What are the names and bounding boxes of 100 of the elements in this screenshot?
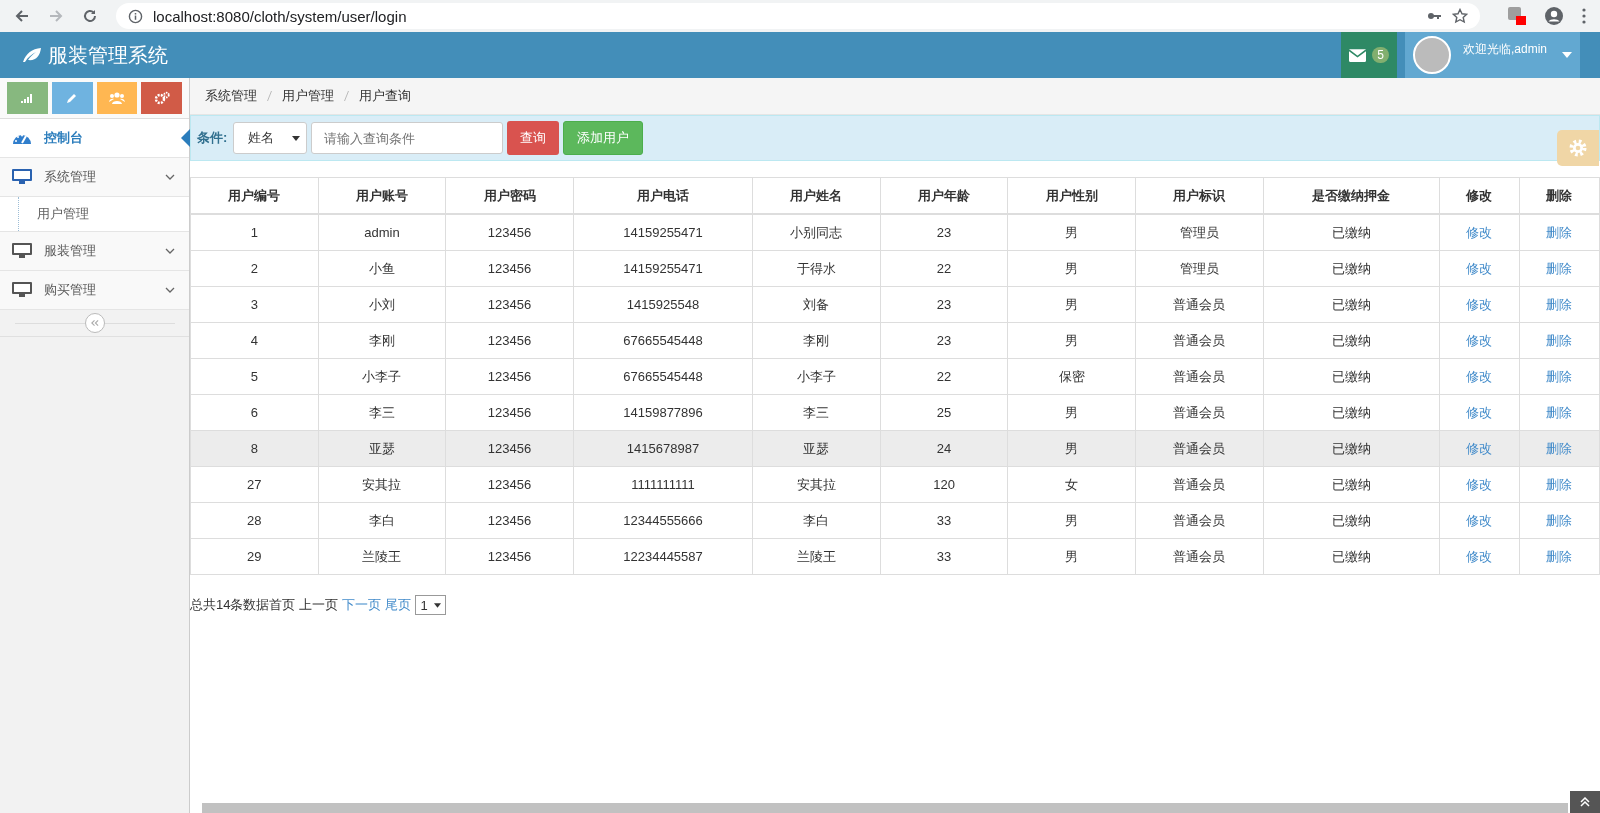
chevron-icon bbox=[165, 248, 175, 254]
settings-icon bbox=[1568, 138, 1588, 158]
table-cell: 123456 bbox=[445, 322, 574, 359]
edit-link[interactable]: 修改 bbox=[1466, 296, 1493, 312]
table-cell: 6 bbox=[190, 394, 319, 431]
table-cell: 李三 bbox=[318, 394, 446, 431]
url-text: localhost:8080/cloth/system/user/login bbox=[153, 7, 407, 25]
table-cell: 李白 bbox=[318, 502, 446, 539]
add-user-button[interactable]: 添加用户 bbox=[563, 121, 644, 155]
mail-button[interactable]: 5 bbox=[1341, 32, 1397, 78]
address-bar[interactable]: localhost:8080/cloth/system/user/login bbox=[116, 3, 1480, 29]
field-select[interactable]: 姓名 bbox=[233, 122, 308, 154]
table-cell: 25 bbox=[880, 394, 1008, 431]
edit-link[interactable]: 修改 bbox=[1466, 440, 1493, 456]
double-chevron-up-icon bbox=[1580, 797, 1590, 807]
table-cell: 普通会员 bbox=[1135, 394, 1264, 431]
edit-link[interactable]: 修改 bbox=[1466, 476, 1493, 492]
column-header: 用户账号 bbox=[318, 177, 446, 214]
sidebar-menu-item[interactable]: 购买管理 bbox=[0, 271, 189, 310]
chevron-icon bbox=[165, 287, 175, 293]
delete-link[interactable]: 删除 bbox=[1546, 224, 1573, 240]
table-cell: 123456 bbox=[445, 538, 574, 575]
table-cell: 小刘 bbox=[318, 286, 446, 323]
table-cell: 小鱼 bbox=[318, 250, 446, 287]
delete-link[interactable]: 删除 bbox=[1546, 404, 1573, 420]
table-cell: 兰陵王 bbox=[318, 538, 446, 575]
table-cell: 2 bbox=[190, 250, 319, 287]
table-cell: 33 bbox=[880, 538, 1008, 575]
delete-link[interactable]: 删除 bbox=[1546, 368, 1573, 384]
table-cell: 120 bbox=[880, 466, 1008, 503]
table-cell: 24 bbox=[880, 430, 1008, 467]
query-button[interactable]: 查询 bbox=[507, 121, 560, 155]
table-cell: 67665545448 bbox=[573, 358, 753, 395]
menu-icon[interactable] bbox=[1582, 8, 1586, 24]
breadcrumb-item[interactable]: 系统管理 bbox=[205, 87, 257, 105]
table-cell: 男 bbox=[1007, 286, 1136, 323]
delete-link[interactable]: 删除 bbox=[1546, 476, 1573, 492]
table-cell: 123456 bbox=[445, 502, 574, 539]
submenu-item[interactable]: 用户管理 bbox=[0, 197, 189, 232]
edit-link[interactable]: 修改 bbox=[1466, 260, 1493, 276]
page-select[interactable]: 1 bbox=[415, 595, 446, 615]
table-cell: 4 bbox=[190, 322, 319, 359]
breadcrumb-item[interactable]: 用户管理 bbox=[282, 87, 334, 105]
pagination-link[interactable]: 下一页 bbox=[342, 596, 382, 614]
delete-link[interactable]: 删除 bbox=[1546, 296, 1573, 312]
table-cell: 123456 bbox=[445, 394, 574, 431]
table-cell: 12344555666 bbox=[573, 502, 753, 539]
collapse-sidebar-button[interactable] bbox=[84, 313, 105, 333]
reload-icon[interactable] bbox=[82, 8, 98, 24]
table-cell: 安其拉 bbox=[752, 466, 881, 503]
pagination-link[interactable]: 尾页 bbox=[385, 596, 412, 614]
search-input[interactable]: 请输入查询条件 bbox=[311, 122, 504, 154]
delete-link[interactable]: 删除 bbox=[1546, 260, 1573, 276]
info-icon bbox=[128, 8, 143, 24]
sidebar-menu-item[interactable]: 控制台 bbox=[0, 119, 189, 158]
breadcrumb-separator-icon bbox=[344, 91, 349, 101]
table-cell: 已缴纳 bbox=[1263, 502, 1440, 539]
table-cell: 普通会员 bbox=[1135, 538, 1264, 575]
shortcut-button[interactable] bbox=[141, 82, 182, 114]
edit-link[interactable]: 修改 bbox=[1466, 548, 1493, 564]
delete-link[interactable]: 删除 bbox=[1546, 512, 1573, 528]
table-cell: 已缴纳 bbox=[1263, 214, 1440, 251]
table-cell: 亚瑟 bbox=[318, 430, 446, 467]
extension-icon[interactable] bbox=[1508, 7, 1526, 25]
table-cell: 1415678987 bbox=[573, 430, 753, 467]
star-icon[interactable] bbox=[1452, 8, 1468, 24]
table-cell: 男 bbox=[1007, 250, 1136, 287]
user-menu[interactable]: 欢迎光临,admin bbox=[1405, 32, 1580, 78]
breadcrumb-item[interactable]: 用户查询 bbox=[359, 87, 411, 105]
avatar-placeholder bbox=[1413, 36, 1451, 74]
delete-link[interactable]: 删除 bbox=[1546, 548, 1573, 564]
back-icon[interactable] bbox=[14, 8, 30, 24]
pencil-icon bbox=[66, 92, 79, 104]
edit-link[interactable]: 修改 bbox=[1466, 332, 1493, 348]
table-cell: 普通会员 bbox=[1135, 466, 1264, 503]
column-header: 用户标识 bbox=[1135, 177, 1264, 214]
sidebar-menu-item[interactable]: 系统管理 bbox=[0, 158, 189, 197]
edit-link[interactable]: 修改 bbox=[1466, 224, 1493, 240]
table-cell: 已缴纳 bbox=[1263, 430, 1440, 467]
table-cell: 3 bbox=[190, 286, 319, 323]
edit-link[interactable]: 修改 bbox=[1466, 404, 1493, 420]
shortcut-button[interactable] bbox=[51, 82, 93, 114]
table-cell: 刘备 bbox=[752, 286, 881, 323]
monitor-icon bbox=[12, 282, 32, 298]
shortcut-button[interactable] bbox=[7, 82, 48, 114]
edit-link[interactable]: 修改 bbox=[1466, 512, 1493, 528]
delete-link[interactable]: 删除 bbox=[1546, 440, 1573, 456]
scroll-to-top-button[interactable] bbox=[1570, 791, 1600, 813]
table-cell: 小别同志 bbox=[752, 214, 881, 251]
table-cell: 已缴纳 bbox=[1263, 538, 1440, 575]
table-cell: 安其拉 bbox=[318, 466, 446, 503]
delete-link[interactable]: 删除 bbox=[1546, 332, 1573, 348]
column-header: 是否缴纳押金 bbox=[1263, 177, 1440, 214]
sidebar-menu-item[interactable]: 服装管理 bbox=[0, 232, 189, 271]
profile-icon[interactable] bbox=[1544, 6, 1564, 26]
table-cell: 男 bbox=[1007, 322, 1136, 359]
table-cell: 123456 bbox=[445, 466, 574, 503]
edit-link[interactable]: 修改 bbox=[1466, 368, 1493, 384]
welcome-text: 欢迎光临,admin bbox=[1463, 41, 1549, 58]
table-cell: 1415925548 bbox=[573, 286, 753, 323]
